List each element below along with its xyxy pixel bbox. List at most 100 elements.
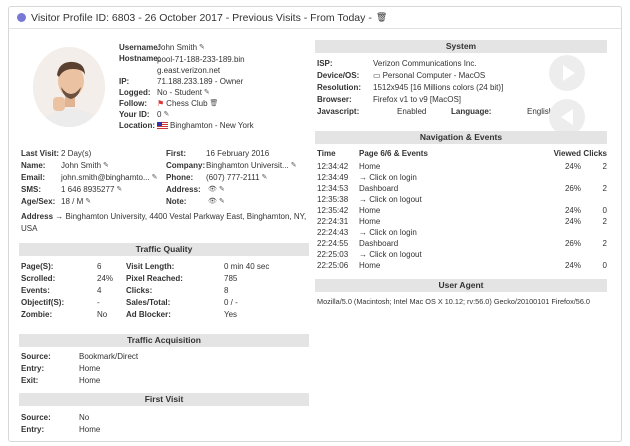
traffic-quality-right: Visit Length: 0 min 40 sec Pixel Reached:… [126,262,311,322]
first-entry-label: Entry: [21,425,45,434]
ip-label: IP: [119,77,130,86]
javascript-label: Javascript: [317,107,360,116]
edit-icon[interactable]: ✎ [219,185,225,197]
browser-value: Firefox v1 to v9 [MacOS] [373,95,462,104]
nav-page-cell[interactable]: → Click on logout [359,250,549,259]
nav-clicks-cell: 0 [602,206,607,215]
nav-page-cell[interactable]: → Click on login [359,173,549,182]
logged-label: Logged: [119,88,151,97]
hostname-value: pool-71-188-233-189.bing.east.verizon.ne… [157,55,245,75]
ad-blocker-label: Ad Blocker: [126,310,171,319]
clicks-label: Clicks: [126,286,153,295]
eye-icon[interactable]: 👁 [208,185,217,197]
sms-value: 1 646 8935277 [61,185,115,194]
entry-label: Entry: [21,364,45,373]
device-os-value: Personal Computer - MacOS [382,71,486,80]
nav-page-cell[interactable]: Dashboard [359,239,549,248]
nav-page-cell[interactable]: Home [359,206,549,215]
isp-label: ISP: [317,59,333,68]
resolution-value: 1512x945 [16 Millions colors (24 bit)] [373,83,504,92]
trash-icon[interactable]: 🗑 [210,99,219,110]
table-row: 12:35:42 Home 24% 0 [317,205,607,216]
col-clicks: Clicks [583,149,607,158]
nav-page-cell[interactable]: Dashboard [359,184,549,193]
visit-length-label: Visit Length: [126,262,175,271]
edit-icon[interactable]: ✎ [291,161,297,173]
edit-icon[interactable]: ✎ [152,173,158,185]
profile-row: Follow: ⚑ Chess Club 🗑 [119,99,309,110]
resolution-label: Resolution: [317,83,361,92]
edit-icon[interactable]: ✎ [262,173,268,185]
username-value: John Smith [157,43,198,52]
visitor-profile-panel: Visitor Profile ID: 6803 - 26 October 20… [8,6,622,442]
email-label: Email: [21,173,46,182]
trash-icon[interactable]: 🗑 [376,12,387,23]
pixel-reached-value: 785 [224,274,238,283]
flag-icon: ⚑ [157,99,165,108]
navigation-columns: Time Page 6/6 & Events Viewed Clicks [317,149,607,161]
profile-row: Username: John Smith ✎ [119,43,309,54]
nav-time-cell: 22:24:43 [317,228,349,237]
nav-time-cell: 22:25:03 [317,250,349,259]
nav-page-cell[interactable]: → Click on logout [359,195,549,204]
traffic-acquisition-list: Source: Bookmark/Direct Entry: Home Exit: H… [21,352,311,388]
location-label: Location: [119,121,155,130]
navigation-rows: 12:34:42 Home 24% 2 12:34:49 → Click on login… [317,161,607,271]
email-value: john.smith@binghamto... [61,173,150,182]
user-agent-header: User Agent [315,279,607,292]
company-value: Binghamton Universit... [206,161,289,170]
nav-clicks-cell: 0 [602,261,607,270]
profile-header: Visitor Profile ID: 6803 - 26 October 20… [9,7,621,29]
traffic-quality-header: Traffic Quality [19,243,309,256]
device-os-label: Device/OS: [317,71,360,80]
avatar [33,47,105,127]
nav-time-cell: 12:34:42 [317,162,349,171]
edit-icon[interactable]: ✎ [163,110,169,121]
scrolled-label: Scrolled: [21,274,56,283]
company-label: Company: [166,161,206,170]
edit-icon[interactable]: ✎ [219,197,225,209]
location-value: Binghamton - New York [170,121,254,130]
edit-icon[interactable]: ✎ [103,161,109,173]
edit-icon[interactable]: ✎ [85,197,91,209]
edit-icon[interactable]: ✎ [116,185,122,197]
edit-icon[interactable]: ✎ [199,43,205,54]
nav-page-cell[interactable]: Home [359,162,549,171]
arrow-icon: → [55,212,66,221]
nav-page-cell[interactable]: → Click on login [359,228,549,237]
table-row: 12:34:49 → Click on login [317,172,607,183]
nav-page-cell[interactable]: Home [359,261,549,270]
table-row: 22:25:03 → Click on logout [317,249,607,260]
profile-row: Location: Binghamton - New York [119,121,309,132]
address-label: Address: [166,185,201,194]
nav-viewed-cell: 26% [564,239,581,248]
play-icon[interactable] [549,55,585,91]
nav-time-cell: 12:35:38 [317,195,349,204]
full-address-label: Address [21,212,54,221]
nav-viewed-cell: 24% [564,162,581,171]
back-icon[interactable] [549,99,585,135]
follow-value: Chess Club [166,99,208,108]
name-value: John Smith [61,161,102,170]
full-address: Address → Binghamton University, 4400 Ve… [21,211,307,235]
nav-page-cell[interactable]: Home [359,217,549,226]
nav-time-cell: 22:24:55 [317,239,349,248]
table-row: 22:25:06 Home 24% 0 [317,260,607,271]
last-visit-label: Last Visit: [21,149,60,158]
edit-icon[interactable]: ✎ [204,88,210,99]
nav-viewed-cell: 24% [564,217,581,226]
pages-value: 6 [97,262,102,271]
details-left: Last Visit: 2 Day(s) Name: John Smith ✎ Ema… [21,149,166,209]
zombie-value: No [97,310,108,319]
username-label: Username: [119,43,161,52]
your-id-value: 0 [157,110,162,119]
ip-value: 71.188.233.189 - Owner [157,77,244,86]
zombie-label: Zombie: [21,310,53,319]
language-label: Language: [451,107,492,116]
age-sex-label: Age/Sex: [21,197,56,206]
profile-row: Your ID: 0 ✎ [119,110,309,121]
pages-label: Page(S): [21,262,54,271]
nav-time-cell: 12:34:49 [317,173,349,182]
phone-value: (607) 777-2111 [206,173,260,182]
eye-icon[interactable]: 👁 [208,197,217,209]
